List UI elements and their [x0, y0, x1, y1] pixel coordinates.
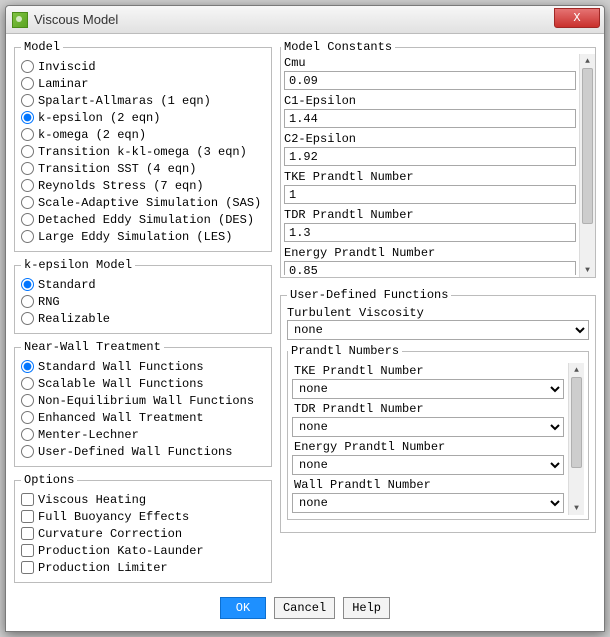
nwt-neq[interactable]: Non-Equilibrium Wall Functions: [21, 392, 265, 409]
scroll-thumb[interactable]: [582, 68, 593, 224]
constants-scrollbar[interactable]: ▲ ▼: [579, 54, 595, 277]
model-sas[interactable]: Scale-Adaptive Simulation (SAS): [21, 194, 265, 211]
c2e-input[interactable]: [284, 147, 576, 166]
cmu-label: Cmu: [281, 54, 579, 71]
model-les[interactable]: Large Eddy Simulation (LES): [21, 228, 265, 245]
nwt-legend: Near-Wall Treatment: [21, 340, 164, 354]
nwt-ewt[interactable]: Enhanced Wall Treatment: [21, 409, 265, 426]
titlebar[interactable]: Viscous Model X: [6, 6, 604, 34]
tke-label: TKE Prandtl Number: [281, 168, 579, 185]
dialog-buttons: OK Cancel Help: [14, 589, 596, 623]
udf-group: User-Defined Functions Turbulent Viscosi…: [280, 288, 596, 533]
udf-energy-select[interactable]: none: [292, 455, 564, 475]
model-tsst[interactable]: Transition SST (4 eqn): [21, 160, 265, 177]
nwt-scalable[interactable]: Scalable Wall Functions: [21, 375, 265, 392]
udf-energy-label: Energy Prandtl Number: [294, 440, 564, 454]
model-spalart[interactable]: Spalart-Allmaras (1 eqn): [21, 92, 265, 109]
prandtl-scrollbar[interactable]: ▲ ▼: [568, 363, 584, 515]
model-kepsilon[interactable]: k-epsilon (2 eqn): [21, 109, 265, 126]
nwt-udwf[interactable]: User-Defined Wall Functions: [21, 443, 265, 460]
c2e-label: C2-Epsilon: [281, 130, 579, 147]
opt-viscous-heating[interactable]: Viscous Heating: [21, 491, 265, 508]
cancel-button[interactable]: Cancel: [274, 597, 335, 619]
c1e-label: C1-Epsilon: [281, 92, 579, 109]
udf-tv-label: Turbulent Viscosity: [287, 306, 589, 320]
constants-group: Model Constants Cmu C1-Epsilon C2-Epsilo…: [280, 40, 596, 278]
udf-legend: User-Defined Functions: [287, 288, 451, 302]
nwt-swf[interactable]: Standard Wall Functions: [21, 358, 265, 375]
viscous-model-dialog: Viscous Model X Model Inviscid Laminar S…: [5, 5, 605, 632]
options-group: Options Viscous Heating Full Buoyancy Ef…: [14, 473, 272, 583]
udf-tdr-select[interactable]: none: [292, 417, 564, 437]
model-laminar[interactable]: Laminar: [21, 75, 265, 92]
scroll-thumb[interactable]: [571, 377, 582, 468]
close-button[interactable]: X: [554, 8, 600, 28]
opt-prod-limiter[interactable]: Production Limiter: [21, 559, 265, 576]
keps-realizable[interactable]: Realizable: [21, 310, 265, 327]
constants-legend: Model Constants: [281, 40, 395, 54]
scroll-up-icon[interactable]: ▲: [569, 363, 584, 377]
model-komega[interactable]: k-omega (2 eqn): [21, 126, 265, 143]
tdr-label: TDR Prandtl Number: [281, 206, 579, 223]
opt-kato-launder[interactable]: Production Kato-Launder: [21, 542, 265, 559]
udf-wall-label: Wall Prandtl Number: [294, 478, 564, 492]
nwt-ml[interactable]: Menter-Lechner: [21, 426, 265, 443]
udf-tv-select[interactable]: none: [287, 320, 589, 340]
keps-standard[interactable]: Standard: [21, 276, 265, 293]
prandtl-legend: Prandtl Numbers: [288, 344, 402, 358]
scroll-down-icon[interactable]: ▼: [569, 501, 584, 515]
scroll-down-icon[interactable]: ▼: [580, 263, 595, 277]
model-group: Model Inviscid Laminar Spalart-Allmaras …: [14, 40, 272, 252]
udf-tdr-label: TDR Prandtl Number: [294, 402, 564, 416]
model-tklo[interactable]: Transition k-kl-omega (3 eqn): [21, 143, 265, 160]
ok-button[interactable]: OK: [220, 597, 266, 619]
cmu-input[interactable]: [284, 71, 576, 90]
model-legend: Model: [21, 40, 63, 54]
energy-input[interactable]: [284, 261, 576, 275]
model-inviscid[interactable]: Inviscid: [21, 58, 265, 75]
udf-tke-select[interactable]: none: [292, 379, 564, 399]
help-button[interactable]: Help: [343, 597, 390, 619]
nwt-group: Near-Wall Treatment Standard Wall Functi…: [14, 340, 272, 467]
model-reynolds[interactable]: Reynolds Stress (7 eqn): [21, 177, 265, 194]
options-legend: Options: [21, 473, 77, 487]
scroll-up-icon[interactable]: ▲: [580, 54, 595, 68]
udf-tke-label: TKE Prandtl Number: [294, 364, 564, 378]
keps-legend: k-epsilon Model: [21, 258, 135, 272]
keps-group: k-epsilon Model Standard RNG Realizable: [14, 258, 272, 334]
prandtl-group: Prandtl Numbers TKE Prandtl Number none …: [287, 344, 589, 520]
udf-wall-select[interactable]: none: [292, 493, 564, 513]
c1e-input[interactable]: [284, 109, 576, 128]
model-des[interactable]: Detached Eddy Simulation (DES): [21, 211, 265, 228]
energy-label: Energy Prandtl Number: [281, 244, 579, 261]
app-icon: [12, 12, 28, 28]
close-icon: X: [573, 11, 580, 25]
window-title: Viscous Model: [34, 12, 554, 27]
keps-rng[interactable]: RNG: [21, 293, 265, 310]
opt-curvature[interactable]: Curvature Correction: [21, 525, 265, 542]
opt-full-buoyancy[interactable]: Full Buoyancy Effects: [21, 508, 265, 525]
tke-input[interactable]: [284, 185, 576, 204]
tdr-input[interactable]: [284, 223, 576, 242]
